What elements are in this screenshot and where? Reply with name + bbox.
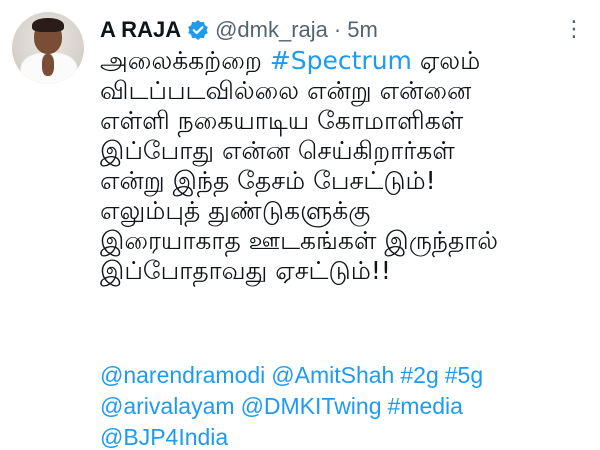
mention-link[interactable]: @DMKITwing <box>241 393 382 419</box>
hashtag-link[interactable]: #media <box>388 393 463 419</box>
mention-link[interactable]: @narendramodi <box>100 362 265 388</box>
tweet-mentions-hashtags: @narendramodi @AmitShah #2g #5g @arivalayam @… <box>100 360 590 450</box>
tweet-text-segment: இரையாகாத ஊடகங்கள் இருந்தால் <box>100 226 499 255</box>
hashtag-link[interactable]: #Spectrum <box>270 46 412 75</box>
verified-badge-icon <box>187 19 209 41</box>
tweet-text-line: இப்போதாவது ஏசட்டும்!! <box>100 256 590 286</box>
avatar-hair <box>32 18 64 32</box>
tweet-text: அலைக்கற்றை #Spectrum ஏலம் விடப்படவில்லை எ… <box>100 46 590 286</box>
mention-link[interactable]: @AmitShah <box>271 362 394 388</box>
mention-link[interactable]: @arivalayam <box>100 393 235 419</box>
tweet-text-line: என்று இந்த தேசம் பேசட்டும்! <box>100 166 590 196</box>
verified-badge-shape <box>188 20 208 40</box>
header-separator: · <box>333 17 342 42</box>
tweet-text-segment: ஏலம் <box>411 46 481 75</box>
tweet-text-line: விடப்படவில்லை என்று என்னை <box>100 76 590 106</box>
hashtag-link[interactable]: #2g <box>400 362 438 388</box>
tweet-text-line: எலும்புத் துண்டுகளுக்கு <box>100 196 590 226</box>
tweet-text-line: எள்ளி நகையாடிய கோமாளிகள் <box>100 106 590 136</box>
tweet-card[interactable]: A RAJA @dmk_raja · 5m ⋮ அலைக்கற்றை #Spec… <box>0 0 600 450</box>
tweet-text-segment: என்று இந்த தேசம் பேசட்டும்! <box>100 166 436 195</box>
tweet-text-line: இப்போது என்ன செய்கிறார்கள் <box>100 136 590 166</box>
tweet-text-line: அலைக்கற்றை #Spectrum ஏலம் <box>100 46 590 76</box>
avatar-hands <box>42 54 54 76</box>
author-avatar[interactable] <box>12 12 84 84</box>
author-handle[interactable]: @dmk_raja <box>215 17 328 43</box>
author-name[interactable]: A RAJA <box>100 17 181 43</box>
tags-line: @BJP4India <box>100 422 590 450</box>
tweet-text-segment: எள்ளி நகையாடிய கோமாளிகள் <box>100 106 464 135</box>
tweet-text-segment: இப்போது என்ன செய்கிறார்கள் <box>100 136 455 165</box>
tweet-text-segment: இப்போதாவது ஏசட்டும்!! <box>100 256 391 285</box>
tags-line: @arivalayam @DMKITwing #media <box>100 391 590 422</box>
tags-line: @narendramodi @AmitShah #2g #5g <box>100 360 590 391</box>
tweet-timestamp[interactable]: 5m <box>347 17 378 43</box>
tweet-text-segment: எலும்புத் துண்டுகளுக்கு <box>100 196 371 225</box>
more-options-icon[interactable]: ⋮ <box>562 18 586 42</box>
tweet-text-segment: விடப்படவில்லை என்று என்னை <box>100 76 472 105</box>
tweet-header: A RAJA @dmk_raja · 5m <box>100 14 378 46</box>
tweet-text-line: இரையாகாத ஊடகங்கள் இருந்தால் <box>100 226 590 256</box>
hashtag-link[interactable]: #5g <box>445 362 483 388</box>
tweet-text-segment: அலைக்கற்றை <box>100 46 270 75</box>
mention-link[interactable]: @BJP4India <box>100 424 228 450</box>
